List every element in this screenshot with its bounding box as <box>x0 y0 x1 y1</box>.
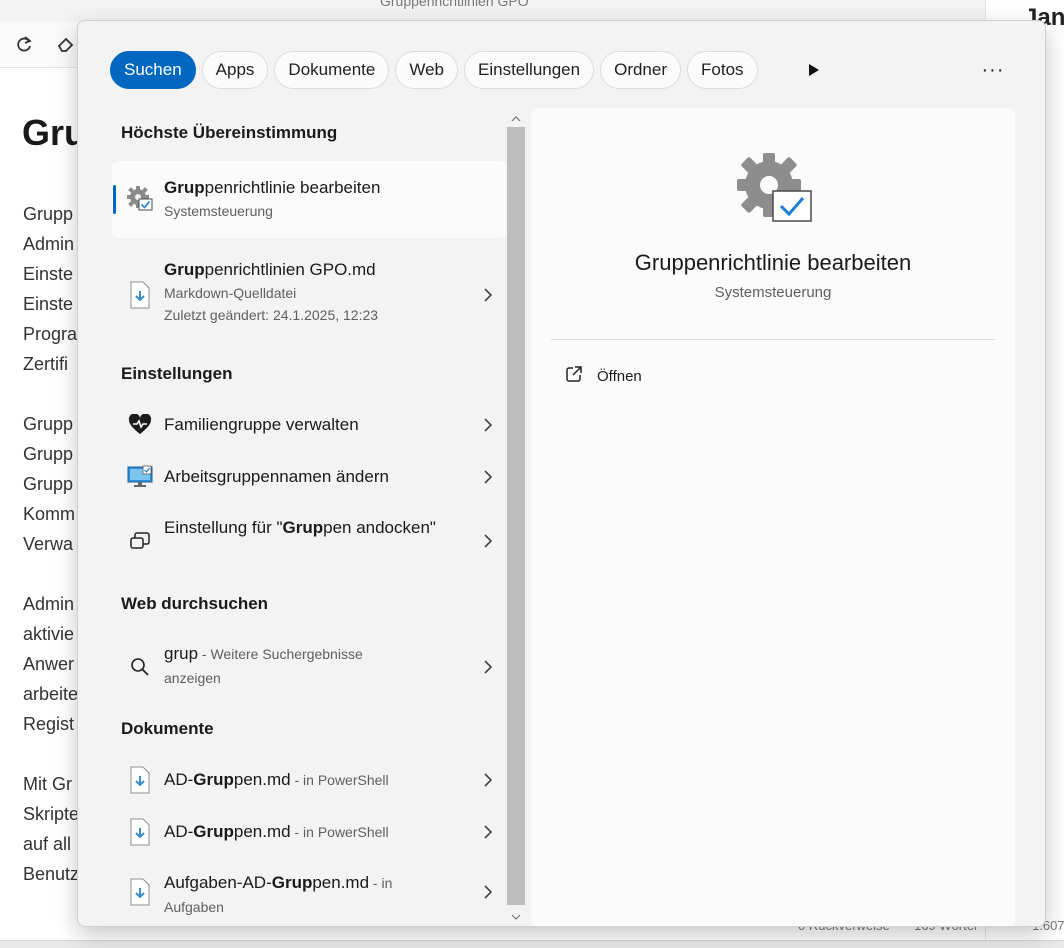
chevron-right-icon <box>482 533 494 549</box>
result-web-search[interactable]: grup - Weitere Suchergebnisse anzeigen <box>112 631 506 703</box>
chevron-right-icon <box>482 884 494 900</box>
result-best-match[interactable]: Gruppenrichtlinie bearbeiten Systemsteue… <box>112 161 506 238</box>
editor-text-line: Einste <box>23 264 74 284</box>
markdown-file-icon <box>126 281 154 309</box>
filter-einstellungen[interactable]: Einstellungen <box>464 51 595 89</box>
result-title: Familiengruppe verwalten <box>164 415 359 434</box>
result-subtitle: Systemsteuerung <box>164 203 273 219</box>
more-options-button[interactable]: ··· <box>978 56 1008 84</box>
snap-windows-icon <box>126 527 154 555</box>
search-icon <box>126 653 154 681</box>
editor-text-line: arbeite <box>23 684 79 704</box>
preview-divider <box>551 339 995 340</box>
selection-indicator <box>113 185 116 214</box>
chevron-right-icon <box>482 287 494 303</box>
result-subtitle: anzeigen <box>164 670 221 686</box>
result-arbeitsgruppe[interactable]: Arbeitsgruppennamen ändern <box>112 451 506 503</box>
editor-text-line: Grupp <box>23 414 74 434</box>
result-title: Aufgaben-AD-Gruppen.md - in <box>164 873 393 892</box>
search-flyout: Suchen Apps Dokumente Web Einstellungen … <box>77 20 1046 927</box>
editor-text-line: Progra <box>23 324 78 344</box>
filter-dokumente[interactable]: Dokumente <box>274 51 390 89</box>
editor-text-line: Mit Gr <box>23 774 72 794</box>
chevron-right-icon <box>482 659 494 675</box>
preview-pane: Gruppenrichtlinie bearbeiten Systemsteue… <box>531 108 1015 926</box>
open-button[interactable]: Öffnen <box>565 364 642 388</box>
editor-text-line: Grupp <box>23 444 74 464</box>
chevron-right-icon <box>482 469 494 485</box>
markdown-file-icon <box>126 878 154 906</box>
filter-web[interactable]: Web <box>395 51 459 89</box>
editor-text-line: auf all <box>23 834 72 854</box>
scroll-down-icon[interactable] <box>510 910 522 922</box>
scroll-thumb[interactable] <box>507 127 525 905</box>
result-title: Arbeitsgruppennamen ändern <box>164 467 389 486</box>
section-settings: Einstellungen <box>121 364 233 383</box>
results-scrollbar[interactable] <box>507 109 525 925</box>
family-heart-icon <box>126 411 154 439</box>
editor-text-line: aktivie <box>23 624 75 644</box>
editor-text-line: Grupp <box>23 474 74 494</box>
editor-text-line: Skripte <box>23 804 80 824</box>
chevron-right-icon <box>482 824 494 840</box>
result-title: AD-Gruppen.md - in PowerShell <box>164 822 389 841</box>
preview-subtitle: Systemsteuerung <box>714 284 832 301</box>
computer-monitor-icon <box>126 463 154 491</box>
result-subtitle: Aufgaben <box>164 899 224 915</box>
section-web: Web durchsuchen <box>121 594 269 613</box>
editor-title: Gruppenrichtlinien GPO <box>380 0 529 9</box>
editor-text-line: Grupp <box>23 204 74 224</box>
editor-text-line: Verwa <box>23 534 74 554</box>
editor-text-line: Zertifi <box>23 354 68 374</box>
result-title: grup - Weitere Suchergebnisse <box>164 644 363 663</box>
result-document[interactable]: Aufgaben-AD-Gruppen.md - in Aufgaben <box>112 858 506 925</box>
result-andocken[interactable]: Einstellung für "Gruppen andocken" <box>112 503 506 579</box>
open-label: Öffnen <box>597 367 642 385</box>
chevron-right-icon <box>482 772 494 788</box>
more-filters-play-icon[interactable] <box>800 56 828 84</box>
section-documents: Dokumente <box>121 719 214 738</box>
result-document[interactable]: AD-Gruppen.md - in PowerShell <box>112 754 506 806</box>
editor-text-line: Anwer <box>23 654 75 674</box>
eraser-icon[interactable] <box>56 34 76 59</box>
redo-icon[interactable] <box>14 34 34 59</box>
result-modified: Zuletzt geändert: 24.1.2025, 12:23 <box>164 307 379 323</box>
editor-text-line: Komm <box>23 504 76 524</box>
chevron-right-icon <box>482 417 494 433</box>
preview-title: Gruppenrichtlinie bearbeiten <box>634 250 912 275</box>
editor-text-line: Regist <box>23 714 75 734</box>
markdown-file-icon <box>126 818 154 846</box>
result-familiengruppe[interactable]: Familiengruppe verwalten <box>112 399 506 451</box>
editor-titlebar: Gruppenrichtlinien GPO <box>0 0 985 22</box>
editor-bottom-edge <box>0 940 1064 948</box>
filter-fotos[interactable]: Fotos <box>687 51 758 89</box>
scroll-up-icon[interactable] <box>510 112 522 124</box>
results-list: Höchste Übereinstimmung Gruppenrichtlini… <box>112 109 508 925</box>
gear-check-large-icon <box>735 151 815 227</box>
markdown-file-icon <box>126 766 154 794</box>
filter-apps[interactable]: Apps <box>201 51 269 89</box>
result-title: Einstellung für "Gruppen andocken" <box>164 518 436 537</box>
gear-check-icon <box>126 185 154 213</box>
editor-text-line: Benutz <box>23 864 80 884</box>
result-subtitle: Markdown-Quelldatei <box>164 285 297 301</box>
result-title: Gruppenrichtlinien GPO.md <box>164 260 376 279</box>
filter-suchen[interactable]: Suchen <box>110 51 196 89</box>
result-document[interactable]: AD-Gruppen.md - in PowerShell <box>112 806 506 858</box>
filter-ordner[interactable]: Ordner <box>600 51 682 89</box>
section-best-match: Höchste Übereinstimmung <box>121 123 338 142</box>
search-filter-bar: Suchen Apps Dokumente Web Einstellungen … <box>110 51 758 89</box>
open-external-icon <box>565 365 583 387</box>
result-title: Gruppenrichtlinie bearbeiten <box>164 178 381 197</box>
editor-text-line: Admin <box>23 234 75 254</box>
result-file-gpo[interactable]: Gruppenrichtlinien GPO.md Markdown-Quell… <box>112 249 506 335</box>
editor-text-line: Einste <box>23 294 74 314</box>
editor-text-line: Admin <box>23 594 75 614</box>
result-title: AD-Gruppen.md - in PowerShell <box>164 770 389 789</box>
